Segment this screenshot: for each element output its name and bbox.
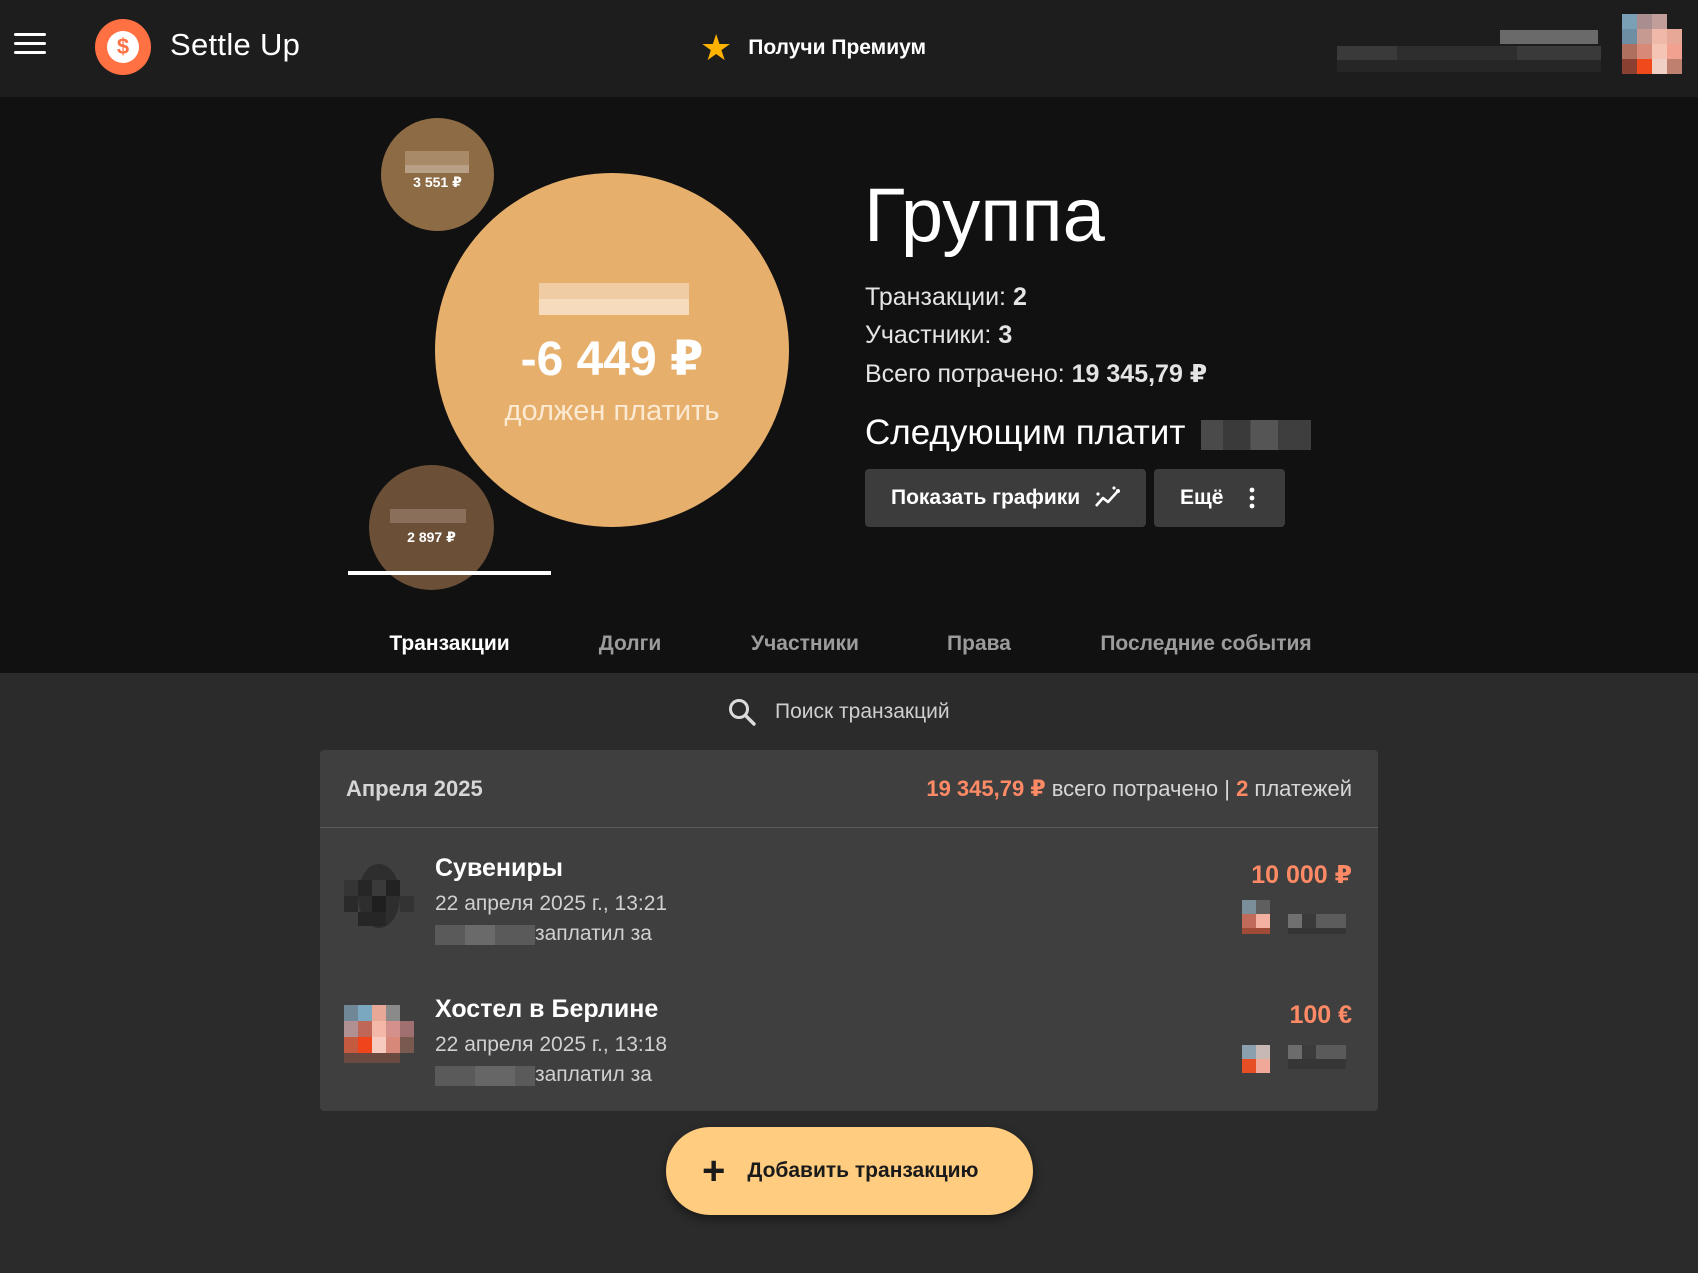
my-balance-bubble[interactable]: -6 449 ₽ должен платить [435,173,789,527]
search-placeholder: Поиск транзакций [775,700,950,723]
add-transaction-label: Добавить транзакцию [747,1159,979,1182]
more-label: Ещё [1180,486,1224,509]
search-icon [729,699,756,726]
participants-avatars [1242,1041,1352,1073]
user-name-pixelated[interactable] [1337,18,1607,74]
tab-transactions[interactable]: Транзакции [348,614,551,673]
plus-icon: + [702,1149,726,1193]
transactions-month-card: Апреля 2025 19 345,79 ₽ всего потрачено … [320,750,1378,1111]
tab-recent-events[interactable]: Последние события [1086,614,1326,673]
transaction-row[interactable]: Хостел в Берлине 22 апреля 2025 г., 13:1… [320,971,1378,1111]
premium-link[interactable]: ★ Получи Премиум [700,28,926,68]
member-balance-amount: 2 897 ₽ [407,529,456,545]
month-summary: 19 345,79 ₽ всего потрачено | 2 платежей [926,776,1352,801]
my-balance-status: должен платить [504,395,720,427]
transaction-date: 22 апреля 2025 г., 13:18 [435,1033,668,1056]
member-name-pixelated [405,151,469,165]
next-payer: Следующим платит [865,413,1312,453]
transaction-row[interactable]: Сувениры 22 апреля 2025 г., 13:21 заплат… [320,830,1378,970]
show-charts-label: Показать графики [891,486,1081,509]
stat-total-spent: Всего потрачено: 19 345,79 ₽ [865,360,1208,388]
participants-avatars [1242,900,1352,934]
tab-permissions[interactable]: Права [920,614,1038,673]
my-balance-amount: -6 449 ₽ [520,333,704,386]
transaction-amount: 100 € [1289,1001,1352,1029]
hamburger-icon[interactable] [14,33,46,59]
payer-name-pixelated [435,1064,535,1086]
group-header: 3 551 ₽ -6 449 ₽ должен платить 2 897 ₽ … [0,97,1698,673]
vertical-dots-icon [1250,487,1255,509]
star-icon: ★ [700,27,733,68]
tab-debts[interactable]: Долги [571,614,689,673]
top-app-bar: $ Settle Up ★ Получи Премиум [0,0,1698,97]
search-input[interactable]: Поиск транзакций [727,690,950,734]
next-payer-name-pixelated [1201,419,1312,450]
member-balance-amount: 3 551 ₽ [413,174,462,190]
group-title: Группа [864,173,1105,258]
member-name-pixelated [390,509,466,523]
transaction-title: Сувениры [435,854,563,882]
stat-members: Участники: 3 [865,321,1013,349]
tab-bar: Транзакции Долги Участники Права Последн… [0,614,1698,673]
transaction-title: Хостел в Берлине [435,995,659,1023]
dollar-coin-icon[interactable]: $ [95,19,151,75]
payer-avatar [344,864,414,928]
premium-label: Получи Премиум [748,36,927,59]
trending-chart-icon [1095,486,1121,507]
tab-active-indicator [348,571,551,575]
transaction-date: 22 апреля 2025 г., 13:21 [435,892,668,915]
payer-avatar [344,1005,414,1069]
stat-transactions: Транзакции: 2 [865,283,1027,311]
transaction-amount: 10 000 ₽ [1251,861,1352,889]
month-header: Апреля 2025 19 345,79 ₽ всего потрачено … [320,750,1378,828]
app-title[interactable]: Settle Up [170,27,300,63]
transaction-payer: заплатил за [435,1063,652,1087]
add-transaction-button[interactable]: + Добавить транзакцию [666,1127,1033,1215]
tab-members[interactable]: Участники [727,614,883,673]
member-balance-bubble[interactable]: 3 551 ₽ [381,118,494,231]
show-charts-button[interactable]: Показать графики [865,469,1146,527]
payer-name-pixelated [435,923,535,945]
month-label: Апреля 2025 [346,776,483,801]
more-button[interactable]: Ещё [1154,469,1285,527]
transaction-payer: заплатил за [435,922,652,946]
member-name-pixelated [539,283,689,299]
user-avatar[interactable] [1622,14,1682,74]
